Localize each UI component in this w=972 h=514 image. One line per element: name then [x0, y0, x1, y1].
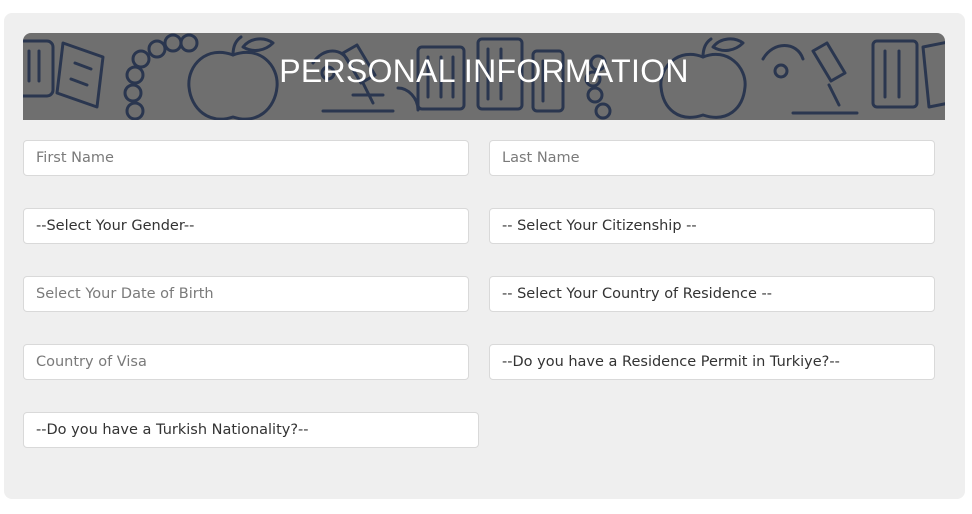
country-of-visa-input[interactable]: Country of Visa — [23, 344, 469, 380]
last-name-input[interactable]: Last Name — [489, 140, 935, 176]
date-of-birth-input[interactable]: Select Your Date of Birth — [23, 276, 469, 312]
citizenship-select[interactable]: -- Select Your Citizenship -- — [489, 208, 935, 244]
country-of-residence-select[interactable]: -- Select Your Country of Residence -- — [489, 276, 935, 312]
page-title: PERSONAL INFORMATION — [279, 53, 689, 89]
header-banner: PERSONAL INFORMATION — [23, 33, 945, 120]
first-name-input[interactable]: First Name — [23, 140, 469, 176]
residence-permit-select[interactable]: --Do you have a Residence Permit in Turk… — [489, 344, 935, 380]
turkish-nationality-select[interactable]: --Do you have a Turkish Nationality?-- — [23, 412, 479, 448]
gender-select[interactable]: --Select Your Gender-- — [23, 208, 469, 244]
